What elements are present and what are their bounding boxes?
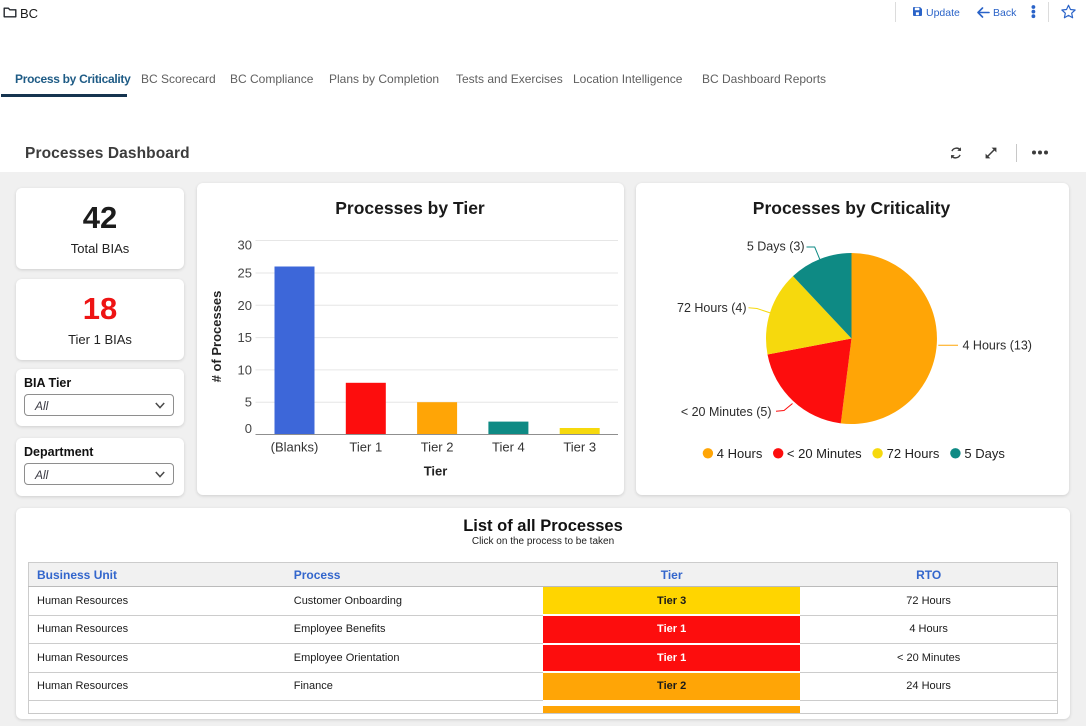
svg-text:20: 20 (238, 298, 252, 313)
svg-text:Tier 4: Tier 4 (492, 440, 525, 455)
svg-text:10: 10 (238, 362, 252, 377)
svg-text:4 Hours: 4 Hours (717, 446, 763, 461)
svg-text:5 Days: 5 Days (964, 446, 1005, 461)
svg-text:15: 15 (238, 330, 252, 345)
svg-text:25: 25 (238, 266, 252, 281)
svg-text:5: 5 (245, 395, 252, 410)
svg-text:Tier 3: Tier 3 (563, 440, 596, 455)
svg-text:30: 30 (238, 238, 252, 253)
svg-text:# of Processes: # of Processes (209, 291, 224, 383)
svg-text:Tier: Tier (424, 464, 448, 479)
svg-text:(Blanks): (Blanks) (271, 440, 319, 455)
svg-text:Processes by Tier: Processes by Tier (335, 198, 485, 218)
svg-text:4 Hours (13): 4 Hours (13) (963, 339, 1032, 353)
svg-text:5 Days (3): 5 Days (3) (747, 240, 805, 254)
svg-text:< 20 Minutes (5): < 20 Minutes (5) (681, 405, 772, 419)
svg-text:Tier 1: Tier 1 (349, 440, 382, 455)
svg-text:Tier 2: Tier 2 (421, 440, 454, 455)
svg-text:72 Hours (4): 72 Hours (4) (677, 301, 746, 315)
svg-text:< 20 Minutes: < 20 Minutes (787, 446, 862, 461)
svg-text:Processes by Criticality: Processes by Criticality (753, 198, 951, 218)
svg-text:72 Hours: 72 Hours (887, 446, 940, 461)
svg-text:0: 0 (245, 421, 252, 436)
